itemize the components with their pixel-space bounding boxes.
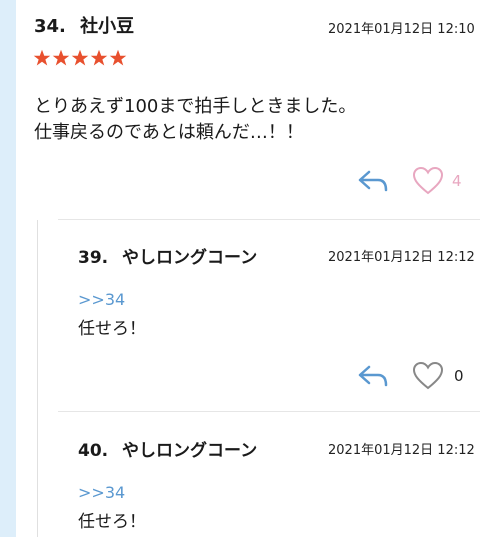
reply-anchor-link[interactable]: >>34: [78, 483, 125, 502]
comment-author: 社小豆: [80, 16, 135, 37]
heart-icon[interactable]: [412, 360, 444, 392]
comment-date: 2021年01月12日 12:12: [328, 443, 475, 458]
comment-number: 39.: [78, 248, 109, 268]
star-rating: [33, 49, 127, 67]
comment-author: やしロングコーン: [122, 248, 258, 268]
left-side-strip: [0, 0, 16, 537]
reply-icon[interactable]: [356, 359, 390, 393]
comment-number: 40.: [78, 441, 109, 461]
comment-header: 34. 社小豆: [34, 12, 134, 38]
reply-icon[interactable]: [356, 164, 390, 198]
comment-body: 任せろ！: [78, 319, 146, 339]
star-icon: [71, 49, 89, 66]
star-icon: [33, 49, 51, 66]
divider: [58, 219, 480, 220]
reply-anchor-link[interactable]: >>34: [78, 290, 125, 309]
comment-body: とりあえず100まで拍手しときました。 仕事戻るのであとは頼んだ…！！: [34, 96, 357, 143]
star-icon: [90, 49, 108, 66]
comment-date: 2021年01月12日 12:10: [328, 22, 475, 37]
comment-author: やしロングコーン: [122, 441, 258, 461]
star-icon: [52, 49, 70, 66]
comment-date: 2021年01月12日 12:12: [328, 250, 475, 265]
star-icon: [109, 49, 127, 66]
comment-header: 40. やしロングコーン: [78, 436, 257, 461]
heart-icon[interactable]: [412, 165, 444, 197]
thread-line: [37, 220, 38, 537]
comment-actions: 0: [356, 359, 464, 393]
comment-number: 34.: [34, 16, 66, 37]
comment-body: 任せろ！: [78, 512, 146, 532]
comment-header: 39. やしロングコーン: [78, 243, 257, 268]
comment-actions: 4: [356, 164, 462, 198]
like-count: 4: [452, 172, 462, 190]
divider: [58, 411, 480, 412]
like-count: 0: [454, 367, 464, 385]
